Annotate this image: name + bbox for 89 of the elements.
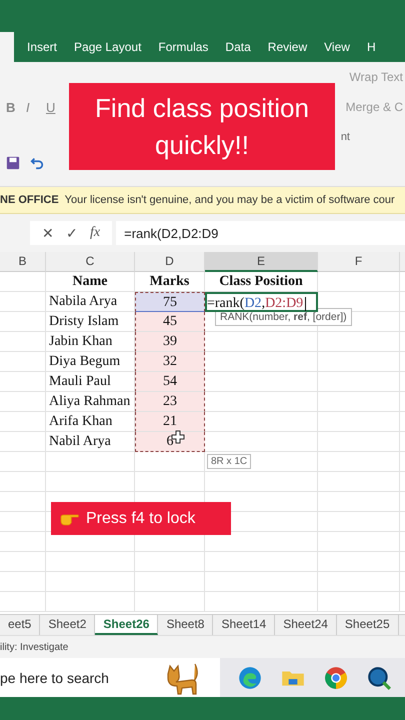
column-header[interactable]: D	[135, 252, 205, 272]
empty-cell[interactable]	[0, 312, 46, 332]
pointing-hand-icon	[60, 512, 80, 526]
home-tab[interactable]	[0, 32, 14, 62]
group-label: nt	[340, 131, 350, 143]
undo-icon[interactable]	[30, 156, 44, 170]
column-header[interactable]: B	[0, 252, 46, 272]
empty-cell[interactable]	[135, 572, 205, 592]
empty-cell[interactable]	[135, 452, 205, 472]
range-tooltip: 8R x 1C	[207, 454, 252, 469]
empty-cell[interactable]	[318, 492, 400, 512]
empty-cell[interactable]	[205, 472, 318, 492]
empty-cell[interactable]	[318, 412, 400, 432]
empty-cell[interactable]	[318, 352, 400, 372]
magnifier-globe-icon[interactable]	[366, 664, 392, 690]
header-cell: Name	[46, 272, 135, 292]
empty-cell[interactable]	[135, 552, 205, 572]
empty-cell[interactable]	[318, 472, 400, 492]
empty-cell[interactable]	[318, 432, 400, 452]
empty-cell[interactable]	[0, 592, 46, 612]
empty-cell[interactable]	[46, 472, 135, 492]
ribbon-tab[interactable]: View	[311, 32, 350, 62]
empty-cell[interactable]	[205, 572, 318, 592]
marks-cell: 21	[135, 412, 205, 432]
empty-cell[interactable]	[0, 412, 46, 432]
chrome-browser-icon[interactable]	[323, 664, 349, 690]
ribbon-tab[interactable]: Formulas	[145, 32, 208, 62]
empty-cell[interactable]	[205, 592, 318, 612]
marks-cell: 23	[135, 392, 205, 412]
empty-cell[interactable]	[0, 292, 46, 312]
sheet-tab[interactable]: Sheet26	[95, 615, 158, 635]
marks-cell: 54	[135, 372, 205, 392]
empty-cell[interactable]	[0, 512, 46, 532]
empty-cell[interactable]	[0, 532, 46, 552]
marks-cell: 45	[135, 312, 205, 332]
empty-cell[interactable]	[0, 552, 46, 572]
taskbar-search-field[interactable]: pe here to search	[0, 658, 220, 697]
empty-cell[interactable]	[318, 592, 400, 612]
empty-cell[interactable]	[318, 552, 400, 572]
empty-cell[interactable]	[318, 452, 400, 472]
empty-cell[interactable]	[318, 512, 400, 532]
empty-cell[interactable]	[0, 492, 46, 512]
editing-cell[interactable]: =rank(D2,D2:D9	[205, 292, 318, 312]
empty-cell[interactable]	[0, 392, 46, 412]
empty-cell[interactable]	[318, 372, 400, 392]
empty-cell[interactable]	[135, 472, 205, 492]
enter-button[interactable]: ✓	[66, 225, 78, 241]
ribbon-tab[interactable]: H	[354, 32, 376, 62]
ribbon-tab[interactable]: Data	[212, 32, 251, 62]
status-text: ility: Investigate	[0, 642, 68, 652]
ribbon-tab[interactable]: Insert	[14, 32, 58, 62]
ribbon-tab[interactable]: Review	[254, 32, 308, 62]
empty-cell[interactable]	[0, 452, 46, 472]
empty-cell[interactable]	[318, 532, 400, 552]
insert-function-button[interactable]: fx	[90, 225, 100, 241]
empty-cell[interactable]	[46, 572, 135, 592]
empty-cell[interactable]	[0, 272, 46, 292]
formula-input[interactable]: =rank(D2,D2:D9	[116, 221, 405, 245]
column-header[interactable]: C	[46, 252, 135, 272]
column-header[interactable]	[400, 252, 405, 272]
ribbon-tab[interactable]: Page Layout	[61, 32, 142, 62]
empty-cell[interactable]	[0, 472, 46, 492]
empty-cell[interactable]	[46, 452, 135, 472]
empty-cell[interactable]	[318, 272, 400, 292]
hint-text: Press f4 to lock	[86, 510, 196, 528]
cancel-button[interactable]: ✕	[42, 225, 54, 241]
empty-cell[interactable]	[0, 432, 46, 452]
marks-cell: 32	[135, 352, 205, 372]
column-header[interactable]: E	[205, 252, 318, 272]
empty-cell[interactable]	[46, 552, 135, 572]
empty-cell[interactable]	[205, 552, 318, 572]
save-icon[interactable]	[6, 156, 20, 170]
empty-cell[interactable]	[0, 572, 46, 592]
column-header[interactable]: F	[318, 252, 400, 272]
edge-browser-icon[interactable]	[237, 664, 263, 690]
empty-cell[interactable]	[318, 332, 400, 352]
empty-cell[interactable]	[0, 332, 46, 352]
title-banner: Find class position quickly!!	[69, 83, 335, 170]
empty-cell[interactable]	[318, 572, 400, 592]
empty-cell[interactable]	[135, 592, 205, 612]
empty-cell[interactable]	[0, 352, 46, 372]
empty-cell[interactable]	[0, 372, 46, 392]
move-cursor-icon	[171, 430, 185, 444]
marks-cell: 75	[135, 292, 205, 312]
license-message: Your license isn't genuine, and you may be a victim of software cour	[64, 194, 395, 206]
empty-cell[interactable]	[46, 592, 135, 612]
empty-cell[interactable]	[318, 392, 400, 412]
license-title: NE OFFICE	[0, 194, 59, 206]
marks-cell: 39	[135, 332, 205, 352]
